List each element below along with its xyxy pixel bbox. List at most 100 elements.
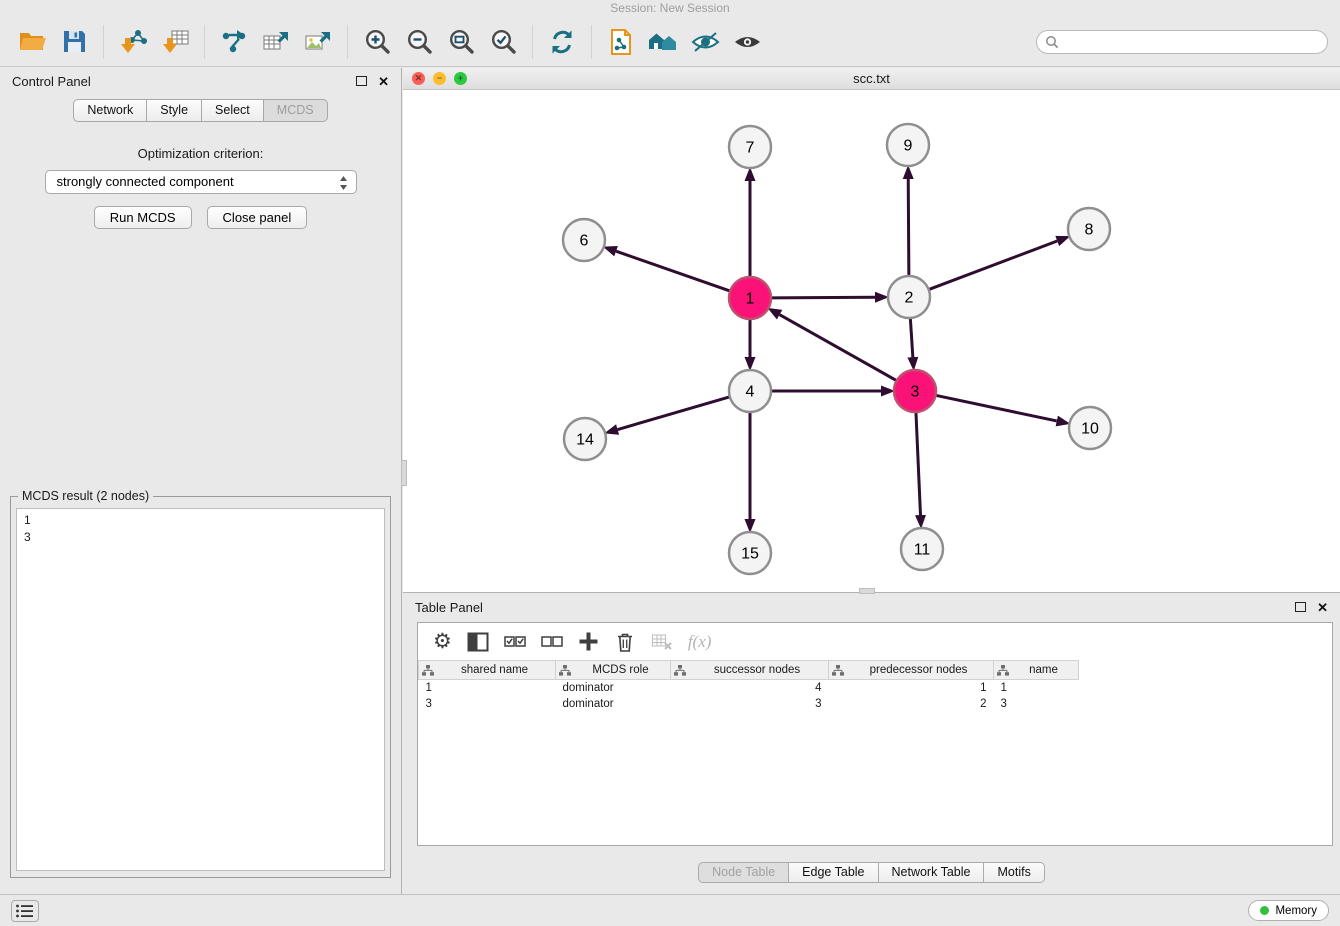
zoom-window-button[interactable]: +	[454, 72, 467, 85]
table-row[interactable]: 3dominator323	[419, 696, 1333, 712]
table-cell[interactable]: 3	[994, 696, 1079, 712]
table-cell[interactable]: 1	[419, 680, 556, 696]
graph-edge-1-2[interactable]	[771, 297, 875, 298]
table-cell[interactable]: 1	[994, 680, 1079, 696]
network-canvas[interactable]: 7968124314101511	[403, 90, 1340, 592]
add-row-button[interactable]	[578, 631, 599, 652]
graph-node-label-11: 11	[914, 542, 931, 559]
tab-edge-table[interactable]: Edge Table	[789, 862, 878, 883]
tab-network-table[interactable]: Network Table	[879, 862, 985, 883]
pane-splitter-handle-left[interactable]	[401, 460, 407, 486]
table-toolbar: ⚙	[418, 623, 1332, 660]
new-network-button[interactable]	[214, 22, 254, 62]
graph-edge-2-9[interactable]	[908, 179, 909, 276]
select-all-icon	[504, 633, 526, 650]
minimize-window-button[interactable]: −	[433, 72, 446, 85]
column-settings-button[interactable]: ⚙	[433, 631, 452, 652]
control-panel-tabbar: Network Style Select MCDS	[0, 99, 401, 122]
tab-motifs[interactable]: Motifs	[984, 862, 1044, 883]
close-window-button[interactable]: ✕	[412, 72, 425, 85]
tab-select[interactable]: Select	[202, 99, 264, 122]
memory-status-dot-icon	[1260, 906, 1269, 915]
close-panel-button[interactable]: Close panel	[207, 206, 308, 229]
column-header-mcds-role[interactable]: MCDS role	[556, 661, 671, 680]
toggle-visibility-button[interactable]	[727, 22, 767, 62]
search-icon	[1045, 35, 1059, 54]
select-all-button[interactable]	[504, 633, 526, 650]
tab-network[interactable]: Network	[73, 99, 147, 122]
zoom-out-button[interactable]	[399, 22, 439, 62]
close-table-panel-button[interactable]: ✕	[1317, 601, 1328, 614]
network-window-titlebar: scc.txt ✕ − +	[403, 68, 1340, 90]
table-cell[interactable]: dominator	[556, 696, 671, 712]
open-file-button[interactable]	[12, 22, 52, 62]
export-table-button[interactable]	[256, 22, 296, 62]
memory-label: Memory	[1275, 905, 1317, 917]
tab-style[interactable]: Style	[147, 99, 202, 122]
table-row[interactable]: 1dominator411	[419, 680, 1333, 696]
apply-layout-button[interactable]	[542, 22, 582, 62]
graph-edge-3-1[interactable]	[780, 315, 897, 381]
import-network-button[interactable]	[113, 22, 153, 62]
run-mcds-button[interactable]: Run MCDS	[94, 206, 192, 229]
deselect-all-button[interactable]	[541, 633, 563, 650]
table-cell[interactable]: 3	[419, 696, 556, 712]
delete-table-button[interactable]	[651, 632, 673, 651]
toolbar-separator	[591, 25, 592, 59]
home-icon	[648, 29, 678, 55]
graph-edge-2-3[interactable]	[910, 318, 912, 357]
column-header-shared-name[interactable]: shared name	[419, 661, 556, 680]
graph-edge-3-10[interactable]	[936, 395, 1057, 421]
graph-edge-1-6[interactable]	[616, 251, 730, 291]
task-history-button[interactable]	[11, 900, 39, 922]
column-header-name[interactable]: name	[994, 661, 1079, 680]
column-tree-icon	[559, 665, 571, 676]
float-control-panel-button[interactable]	[356, 76, 367, 86]
clone-network-button[interactable]	[601, 22, 641, 62]
control-panel: Control Panel ✕ Network Style Select MCD…	[0, 68, 402, 894]
graph-node-label-8: 8	[1085, 222, 1094, 239]
save-session-button[interactable]	[54, 22, 94, 62]
column-header-filler	[1079, 661, 1333, 680]
export-image-button[interactable]	[298, 22, 338, 62]
task-list-icon	[15, 903, 35, 919]
close-control-panel-button[interactable]: ✕	[378, 75, 389, 88]
memory-button[interactable]: Memory	[1248, 900, 1329, 921]
tab-mcds[interactable]: MCDS	[264, 99, 328, 122]
toolbar-separator	[532, 25, 533, 59]
column-tree-icon	[997, 665, 1009, 676]
float-table-panel-button[interactable]	[1295, 602, 1306, 612]
import-table-button[interactable]	[155, 22, 195, 62]
search-input[interactable]	[1036, 30, 1328, 54]
column-header-predecessor-nodes[interactable]: predecessor nodes	[829, 661, 994, 680]
column-header-successor-nodes[interactable]: successor nodes	[671, 661, 829, 680]
table-cell[interactable]: 2	[829, 696, 994, 712]
function-builder-button[interactable]: f(x)	[688, 632, 712, 652]
mcds-result-lines[interactable]: 13	[16, 508, 385, 871]
mcds-result-title: MCDS result (2 nodes)	[18, 489, 153, 503]
plus-icon: +	[458, 74, 463, 83]
close-icon: ✕	[378, 74, 389, 89]
criterion-dropdown[interactable]: strongly connected component	[45, 170, 357, 194]
zoom-in-button[interactable]	[357, 22, 397, 62]
app-titlebar: Session: New Session	[0, 0, 1340, 17]
table-cell[interactable]: 3	[671, 696, 829, 712]
table-cell[interactable]: 4	[671, 680, 829, 696]
table-cell[interactable]: dominator	[556, 680, 671, 696]
network-canvas-svg[interactable]: 7968124314101511	[403, 90, 1340, 592]
mcds-buttons-row: Run MCDS Close panel	[0, 206, 401, 229]
graph-edge-3-11[interactable]	[916, 412, 921, 515]
tab-node-table[interactable]: Node Table	[698, 862, 789, 883]
delete-row-button[interactable]	[614, 631, 636, 653]
criterion-dropdown-value: strongly connected component	[57, 174, 234, 189]
home-button[interactable]	[643, 22, 683, 62]
graph-edge-4-14[interactable]	[618, 397, 730, 430]
column-tree-icon	[422, 665, 434, 676]
table-cell[interactable]: 1	[829, 680, 994, 696]
zoom-selected-button[interactable]	[483, 22, 523, 62]
apply-style-button[interactable]	[685, 22, 725, 62]
fx-icon: f(x)	[688, 632, 712, 652]
zoom-fit-button[interactable]	[441, 22, 481, 62]
graph-edge-2-8[interactable]	[929, 241, 1058, 290]
split-view-button[interactable]	[467, 632, 489, 652]
